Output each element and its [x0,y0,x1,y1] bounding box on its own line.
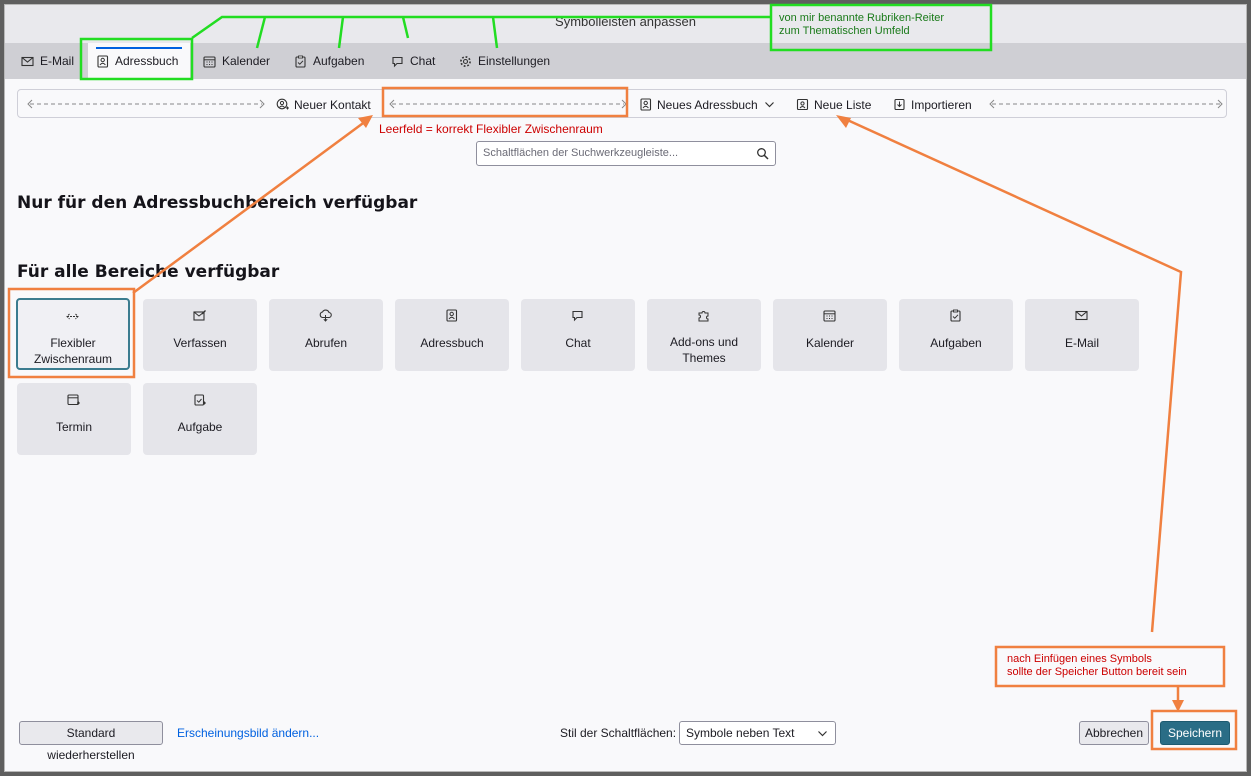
button-style-value: Symbole neben Text [686,726,795,740]
spacer-annotation-text: Leerfeld = korrekt Flexibler Zwischenrau… [379,122,603,136]
tab-chat[interactable]: Chat [383,43,443,79]
palette-tasks[interactable]: Aufgaben [899,299,1013,371]
mail-icon [21,55,34,68]
search-icon [756,147,769,160]
flexible-space-icon [66,310,79,323]
palette-event[interactable]: Termin [17,383,131,455]
addressbook-toolbar: Neuer Kontakt Neues Adressbuch Neue List… [17,89,1227,118]
palette-label: Chat [565,336,591,350]
palette-get-messages[interactable]: Abrufen [269,299,383,371]
new-list-label: Neue Liste [814,97,872,112]
search-placeholder: Schaltflächen der Suchwerkzeugleiste... [483,147,679,159]
palette-label: Adressbuch [420,336,484,350]
restore-defaults-button[interactable]: Standard wiederherstellen [19,721,163,762]
palette-label: Aufgaben [930,336,982,350]
get-messages-icon [319,309,332,322]
tab-label: Adressbuch [115,54,179,68]
button-style-select[interactable]: Symbole neben Text [679,721,836,745]
puzzle-icon [697,309,710,322]
palette-label: Termin [55,420,92,434]
palette-label: Add-ons und Themes [669,335,739,365]
palette-task[interactable]: Aufgabe [143,383,257,455]
palette-label: E-Mail [1064,336,1099,350]
new-addressbook-label: Neues Adressbuch [657,97,758,112]
section-heading-all-areas: Für alle Bereiche verfügbar [17,262,280,282]
section-heading-addressbook-only: Nur für den Adressbuchbereich verfügbar [17,193,418,213]
palette-label: Flexibler Zwischenraum [33,336,113,366]
tab-label: Einstellungen [478,54,551,68]
cancel-button[interactable]: Abbrechen [1079,721,1149,745]
tab-label: E-Mail [40,54,75,68]
new-contact-label: Neuer Kontakt [294,97,371,112]
calendar-icon [203,55,216,68]
addressbook-icon [96,54,109,68]
window-title: Symbolleisten anpassen [5,5,1246,43]
flexible-space[interactable] [388,96,628,112]
mail-icon [1075,309,1088,322]
tasks-icon [949,309,962,322]
palette-compose[interactable]: Verfassen [143,299,257,371]
annotation-line: sollte der Speicher Button bereit sein [1007,666,1187,678]
flexible-space[interactable] [26,96,266,112]
tab-label: Chat [410,54,436,68]
save-button[interactable]: Speichern [1160,721,1230,745]
dialog-footer: Standard wiederherstellen Erscheinungsbi… [5,713,1246,762]
new-contact-button[interactable]: Neuer Kontakt [276,90,371,119]
new-list-button[interactable]: Neue Liste [796,90,871,119]
palette-label: Verfassen [173,336,227,350]
space-tabs: E-Mail Adressbuch Kalender Aufgaben Chat… [5,43,1246,79]
palette-addressbook[interactable]: Adressbuch [395,299,509,371]
palette-flexible-space[interactable]: Flexibler Zwischenraum [16,298,130,370]
palette-label: Kalender [805,336,855,350]
import-button[interactable]: Importieren [893,90,972,119]
palette-chat[interactable]: Chat [521,299,635,371]
chat-icon [391,55,404,68]
palette-label: Abrufen [304,336,348,350]
import-label: Importieren [911,97,972,112]
addressbook-icon [639,98,652,111]
tab-settings[interactable]: Einstellungen [451,43,558,79]
change-appearance-link[interactable]: Erscheinungsbild ändern... [177,726,319,740]
chevron-down-icon [816,727,829,740]
new-list-icon [796,98,809,111]
task-icon [193,393,206,406]
chevron-down-icon [763,98,776,111]
annotation-line: nach Einfügen eines Symbols [1007,653,1152,665]
new-contact-icon [276,98,289,111]
palette-addons-themes[interactable]: Add-ons und Themes [647,299,761,371]
calendar-icon [823,309,836,322]
new-addressbook-button[interactable]: Neues Adressbuch [639,90,776,119]
flexible-space[interactable] [988,96,1224,112]
tab-addressbook[interactable]: Adressbuch [88,43,190,79]
compose-icon [193,309,206,322]
gear-icon [459,55,472,68]
addressbook-icon [445,309,458,322]
button-style-label: Stil der Schaltflächen: [560,726,677,740]
tab-calendar[interactable]: Kalender [195,43,278,79]
event-icon [67,393,80,406]
tabs-annotation-text: von mir benannte Rubriken-Reiter zum The… [779,12,944,38]
import-icon [893,98,906,111]
palette-email[interactable]: E-Mail [1025,299,1139,371]
palette-calendar[interactable]: Kalender [773,299,887,371]
save-annotation-text: nach Einfügen eines Symbols sollte der S… [1007,653,1187,679]
chat-icon [571,309,584,322]
tasks-icon [294,55,307,68]
palette-label: Aufgabe [177,420,223,434]
tab-email[interactable]: E-Mail [13,43,82,79]
annotation-line: zum Thematischen Umfeld [779,25,910,37]
search-input[interactable]: Schaltflächen der Suchwerkzeugleiste... [476,141,776,166]
tab-label: Kalender [222,54,271,68]
annotation-line: von mir benannte Rubriken-Reiter [779,12,945,24]
tab-tasks[interactable]: Aufgaben [286,43,372,79]
tab-label: Aufgaben [313,54,365,68]
